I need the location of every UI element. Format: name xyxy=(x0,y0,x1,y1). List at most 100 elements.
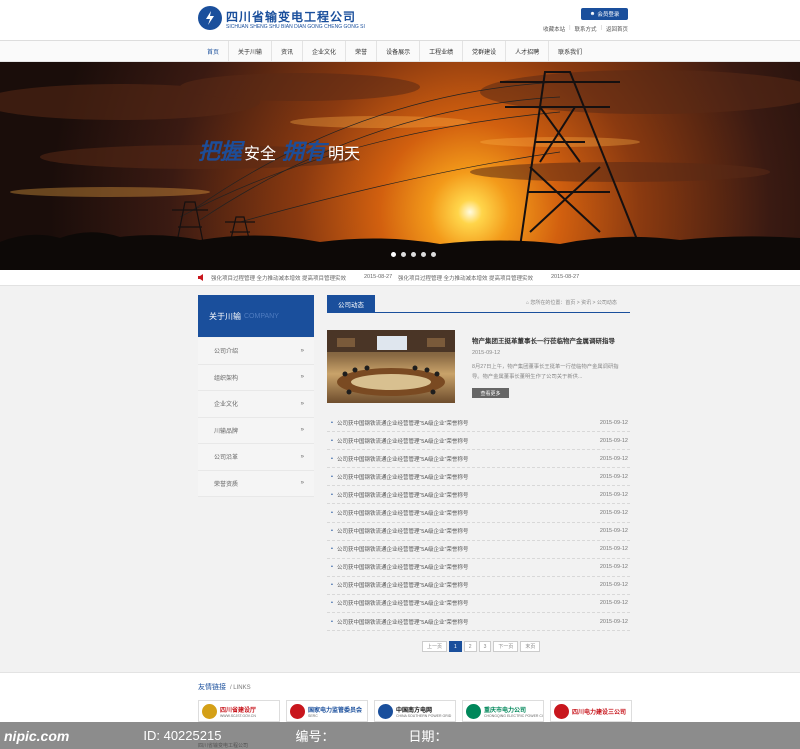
news-title[interactable]: 公司获中国钢铁流通企业经营管理“5A级企业”荣誉称号 xyxy=(337,473,600,481)
sidebar-menu-item[interactable]: 公司沿革 » xyxy=(198,444,314,471)
ticker-item-date: 2015-08-27 xyxy=(364,274,393,280)
nav-item[interactable]: 党群建设 xyxy=(463,41,507,62)
breadcrumb-text[interactable]: 您所在的位置：首页 > 资讯 > 公司动态 xyxy=(530,300,616,306)
news-list: • 公司获中国钢铁流通企业经营管理“5A级企业”荣誉称号 2015-09-12 • 公司… xyxy=(327,414,630,632)
news-row[interactable]: • 公司获中国钢铁流通企业经营管理“5A级企业”荣誉称号 2015-09-12 xyxy=(327,577,630,595)
last-page-button[interactable]: 末页 xyxy=(520,641,541,652)
slogan-part-1a: 把握 xyxy=(198,139,243,165)
friend-link-logo[interactable]: 国家电力监管委员会 SERC xyxy=(286,700,368,722)
sidebar-menu-item[interactable]: 组织架构 » xyxy=(198,364,314,391)
news-title[interactable]: 公司获中国钢铁流通企业经营管理“5A级企业”荣誉称号 xyxy=(337,563,600,571)
friend-link-name: 四川省建设厅 xyxy=(220,707,257,714)
sidebar-header: 关于川输 COMPANY xyxy=(198,295,314,337)
friend-link-logo[interactable]: 四川省建设厅 WWW.SCJST.GOV.CN xyxy=(198,700,280,722)
sidebar-menu-label: 企业文化 xyxy=(214,402,239,409)
news-date: 2015-09-12 xyxy=(599,510,628,517)
news-title[interactable]: 公司获中国钢铁流通企业经营管理“5A级企业”荣誉称号 xyxy=(337,509,600,517)
friend-link-name: 国家电力监管委员会 xyxy=(308,707,363,714)
news-row[interactable]: • 公司获中国钢铁流通企业经营管理“5A级企业”荣誉称号 2015-09-12 xyxy=(327,504,630,523)
carousel-dot[interactable] xyxy=(391,252,396,257)
sidebar-menu-item[interactable]: 川输品牌 » xyxy=(198,417,314,444)
friend-link-logo[interactable]: 重庆市电力公司 CHONGQING ELECTRIC POWER CORP xyxy=(462,700,544,722)
news-title[interactable]: 公司获中国钢铁流通企业经营管理“5A级企业”荣誉称号 xyxy=(337,437,600,445)
news-row[interactable]: • 公司获中国钢铁流通企业经营管理“5A级企业”荣誉称号 2015-09-12 xyxy=(327,450,630,469)
double-chevron-right-icon: » xyxy=(300,480,304,487)
news-title[interactable]: 公司获中国钢铁流通企业经营管理“5A级企业”荣誉称号 xyxy=(337,618,600,626)
sunset-pylon-illustration xyxy=(0,70,800,270)
news-title[interactable]: 公司获中国钢铁流通企业经营管理“5A级企业”荣誉称号 xyxy=(337,545,600,553)
carousel-dot[interactable] xyxy=(411,252,416,257)
page-button-1[interactable]: 1 xyxy=(449,641,462,652)
news-row[interactable]: • 公司获中国钢铁流通企业经营管理“5A级企业”荣誉称号 2015-09-12 xyxy=(327,486,630,505)
nav-item[interactable]: 首页 xyxy=(198,41,230,62)
nav-item[interactable]: 资讯 xyxy=(272,41,304,62)
company-name-en: SICHUAN SHENG SHU BIAN DIAN GONG CHENG G… xyxy=(226,24,365,30)
bullet-icon: • xyxy=(331,437,333,444)
nav-item[interactable]: 企业文化 xyxy=(303,41,347,62)
news-row[interactable]: • 公司获中国钢铁流通企业经营管理“5A级企业”荣誉称号 2015-09-12 xyxy=(327,414,630,433)
carousel-dot[interactable] xyxy=(431,252,436,257)
sidebar-menu-item[interactable]: 公司介绍 » xyxy=(198,338,314,365)
watermark-date: 日期： xyxy=(408,729,448,744)
double-chevron-right-icon: » xyxy=(300,453,304,460)
view-more-button[interactable]: 查看更多 xyxy=(472,388,509,398)
header-bar: 四川省输变电工程公司 SICHUAN SHENG SHU BIAN DIAN G… xyxy=(0,0,800,40)
sidebar-menu-label: 荣誉资质 xyxy=(214,481,239,488)
prev-page-button[interactable]: 上一页 xyxy=(422,641,448,652)
sidebar-menu-item[interactable]: 荣誉资质 » xyxy=(198,470,314,497)
contact-link[interactable]: 联系方式 xyxy=(575,25,597,33)
news-row[interactable]: • 公司获中国钢铁流通企业经营管理“5A级企业”荣誉称号 2015-09-12 xyxy=(327,468,630,487)
nav-item[interactable]: 荣誉 xyxy=(346,41,378,62)
news-row[interactable]: • 公司获中国钢铁流通企业经营管理“5A级企业”荣誉称号 2015-09-12 xyxy=(327,595,630,614)
nav-item[interactable]: 设备展示 xyxy=(377,41,421,62)
sidebar-title-en: COMPANY xyxy=(244,312,279,320)
top-links: 收藏本站 | 联系方式 | 返回首页 xyxy=(543,25,628,33)
company-logo[interactable]: 四川省输变电工程公司 SICHUAN SHENG SHU BIAN DIAN G… xyxy=(198,6,378,34)
page-button-2[interactable]: 2 xyxy=(463,641,477,652)
news-row[interactable]: • 公司获中国钢铁流通企业经营管理“5A级企业”荣誉称号 2015-09-12 xyxy=(327,523,630,541)
slogan-part-2a: 拥有 xyxy=(282,139,327,165)
news-row[interactable]: • 公司获中国钢铁流通企业经营管理“5A级企业”荣誉称号 2015-09-12 xyxy=(327,613,630,632)
home-link[interactable]: 返回首页 xyxy=(606,25,628,33)
featured-news-image[interactable] xyxy=(327,330,455,403)
emblem-icon xyxy=(290,703,305,719)
nav-item[interactable]: 关于川输 xyxy=(229,41,273,62)
bullet-icon: • xyxy=(331,455,333,462)
banner-slogan: 把握 安全 拥有 明天 xyxy=(198,134,366,166)
sidebar-menu-item[interactable]: 企业文化 » xyxy=(198,391,314,418)
carousel-dot[interactable] xyxy=(421,252,426,257)
nav-item[interactable]: 工程业绩 xyxy=(420,41,464,62)
bullet-icon: • xyxy=(331,564,333,571)
featured-news-title[interactable]: 物产集团王挺革董事长一行莅临物产金属调研指导 xyxy=(472,335,615,345)
friend-link-logo[interactable]: 四川电力建设三公司 xyxy=(550,700,632,722)
news-title[interactable]: 公司获中国钢铁流通企业经营管理“5A级企业”荣誉称号 xyxy=(337,581,600,589)
tab-company-news[interactable]: 公司动态 xyxy=(327,295,375,313)
bullet-icon: • xyxy=(331,491,333,498)
news-title[interactable]: 公司获中国钢铁流通企业经营管理“5A级企业”荣誉称号 xyxy=(337,527,600,535)
bullet-icon: • xyxy=(331,510,333,517)
slogan-part-2b: 明天 xyxy=(328,144,361,163)
bookmark-link[interactable]: 收藏本站 xyxy=(543,25,565,33)
bullet-icon: • xyxy=(331,582,333,589)
friend-link-name: 重庆市电力公司 xyxy=(484,707,527,714)
news-title[interactable]: 公司获中国钢铁流通企业经营管理“5A级企业”荣誉称号 xyxy=(337,599,600,607)
nav-item[interactable]: 人才招聘 xyxy=(506,41,550,62)
friend-link-logo[interactable]: 中国南方电网 CHINA SOUTHERN POWER GRID xyxy=(374,700,456,722)
member-login-button[interactable]: ☻ 会员登录 xyxy=(581,8,628,20)
ticker-item-text[interactable]: 强化项目过程管理 全力推动减本增效 提高项目管理实效 xyxy=(398,274,533,282)
next-page-button[interactable]: 下一页 xyxy=(493,641,519,652)
news-title[interactable]: 公司获中国钢铁流通企业经营管理“5A级企业”荣誉称号 xyxy=(337,455,600,463)
news-row[interactable]: • 公司获中国钢铁流通企业经营管理“5A级企业”荣誉称号 2015-09-12 xyxy=(327,541,630,559)
friend-links-title: 友情链接 / LINKS xyxy=(198,682,251,692)
carousel-dot[interactable] xyxy=(401,252,406,257)
nav-item[interactable]: 联系我们 xyxy=(549,41,591,62)
ticker-item-text[interactable]: 强化项目过程管理 全力推动减本增效 提高项目管理实效 xyxy=(211,274,346,282)
news-row[interactable]: • 公司获中国钢铁流通企业经营管理“5A级企业”荣誉称号 2015-09-12 xyxy=(327,559,630,577)
news-row[interactable]: • 公司获中国钢铁流通企业经营管理“5A级企业”荣誉称号 2015-09-12 xyxy=(327,432,630,451)
bullet-icon: • xyxy=(331,600,333,607)
news-title[interactable]: 公司获中国钢铁流通企业经营管理“5A级企业”荣誉称号 xyxy=(337,419,600,427)
news-title[interactable]: 公司获中国钢铁流通企业经营管理“5A级企业”荣誉称号 xyxy=(337,491,600,499)
friend-links-title-cn: 友情链接 xyxy=(198,684,226,691)
page-button-3[interactable]: 3 xyxy=(478,641,492,652)
news-date: 2015-09-12 xyxy=(599,546,628,553)
